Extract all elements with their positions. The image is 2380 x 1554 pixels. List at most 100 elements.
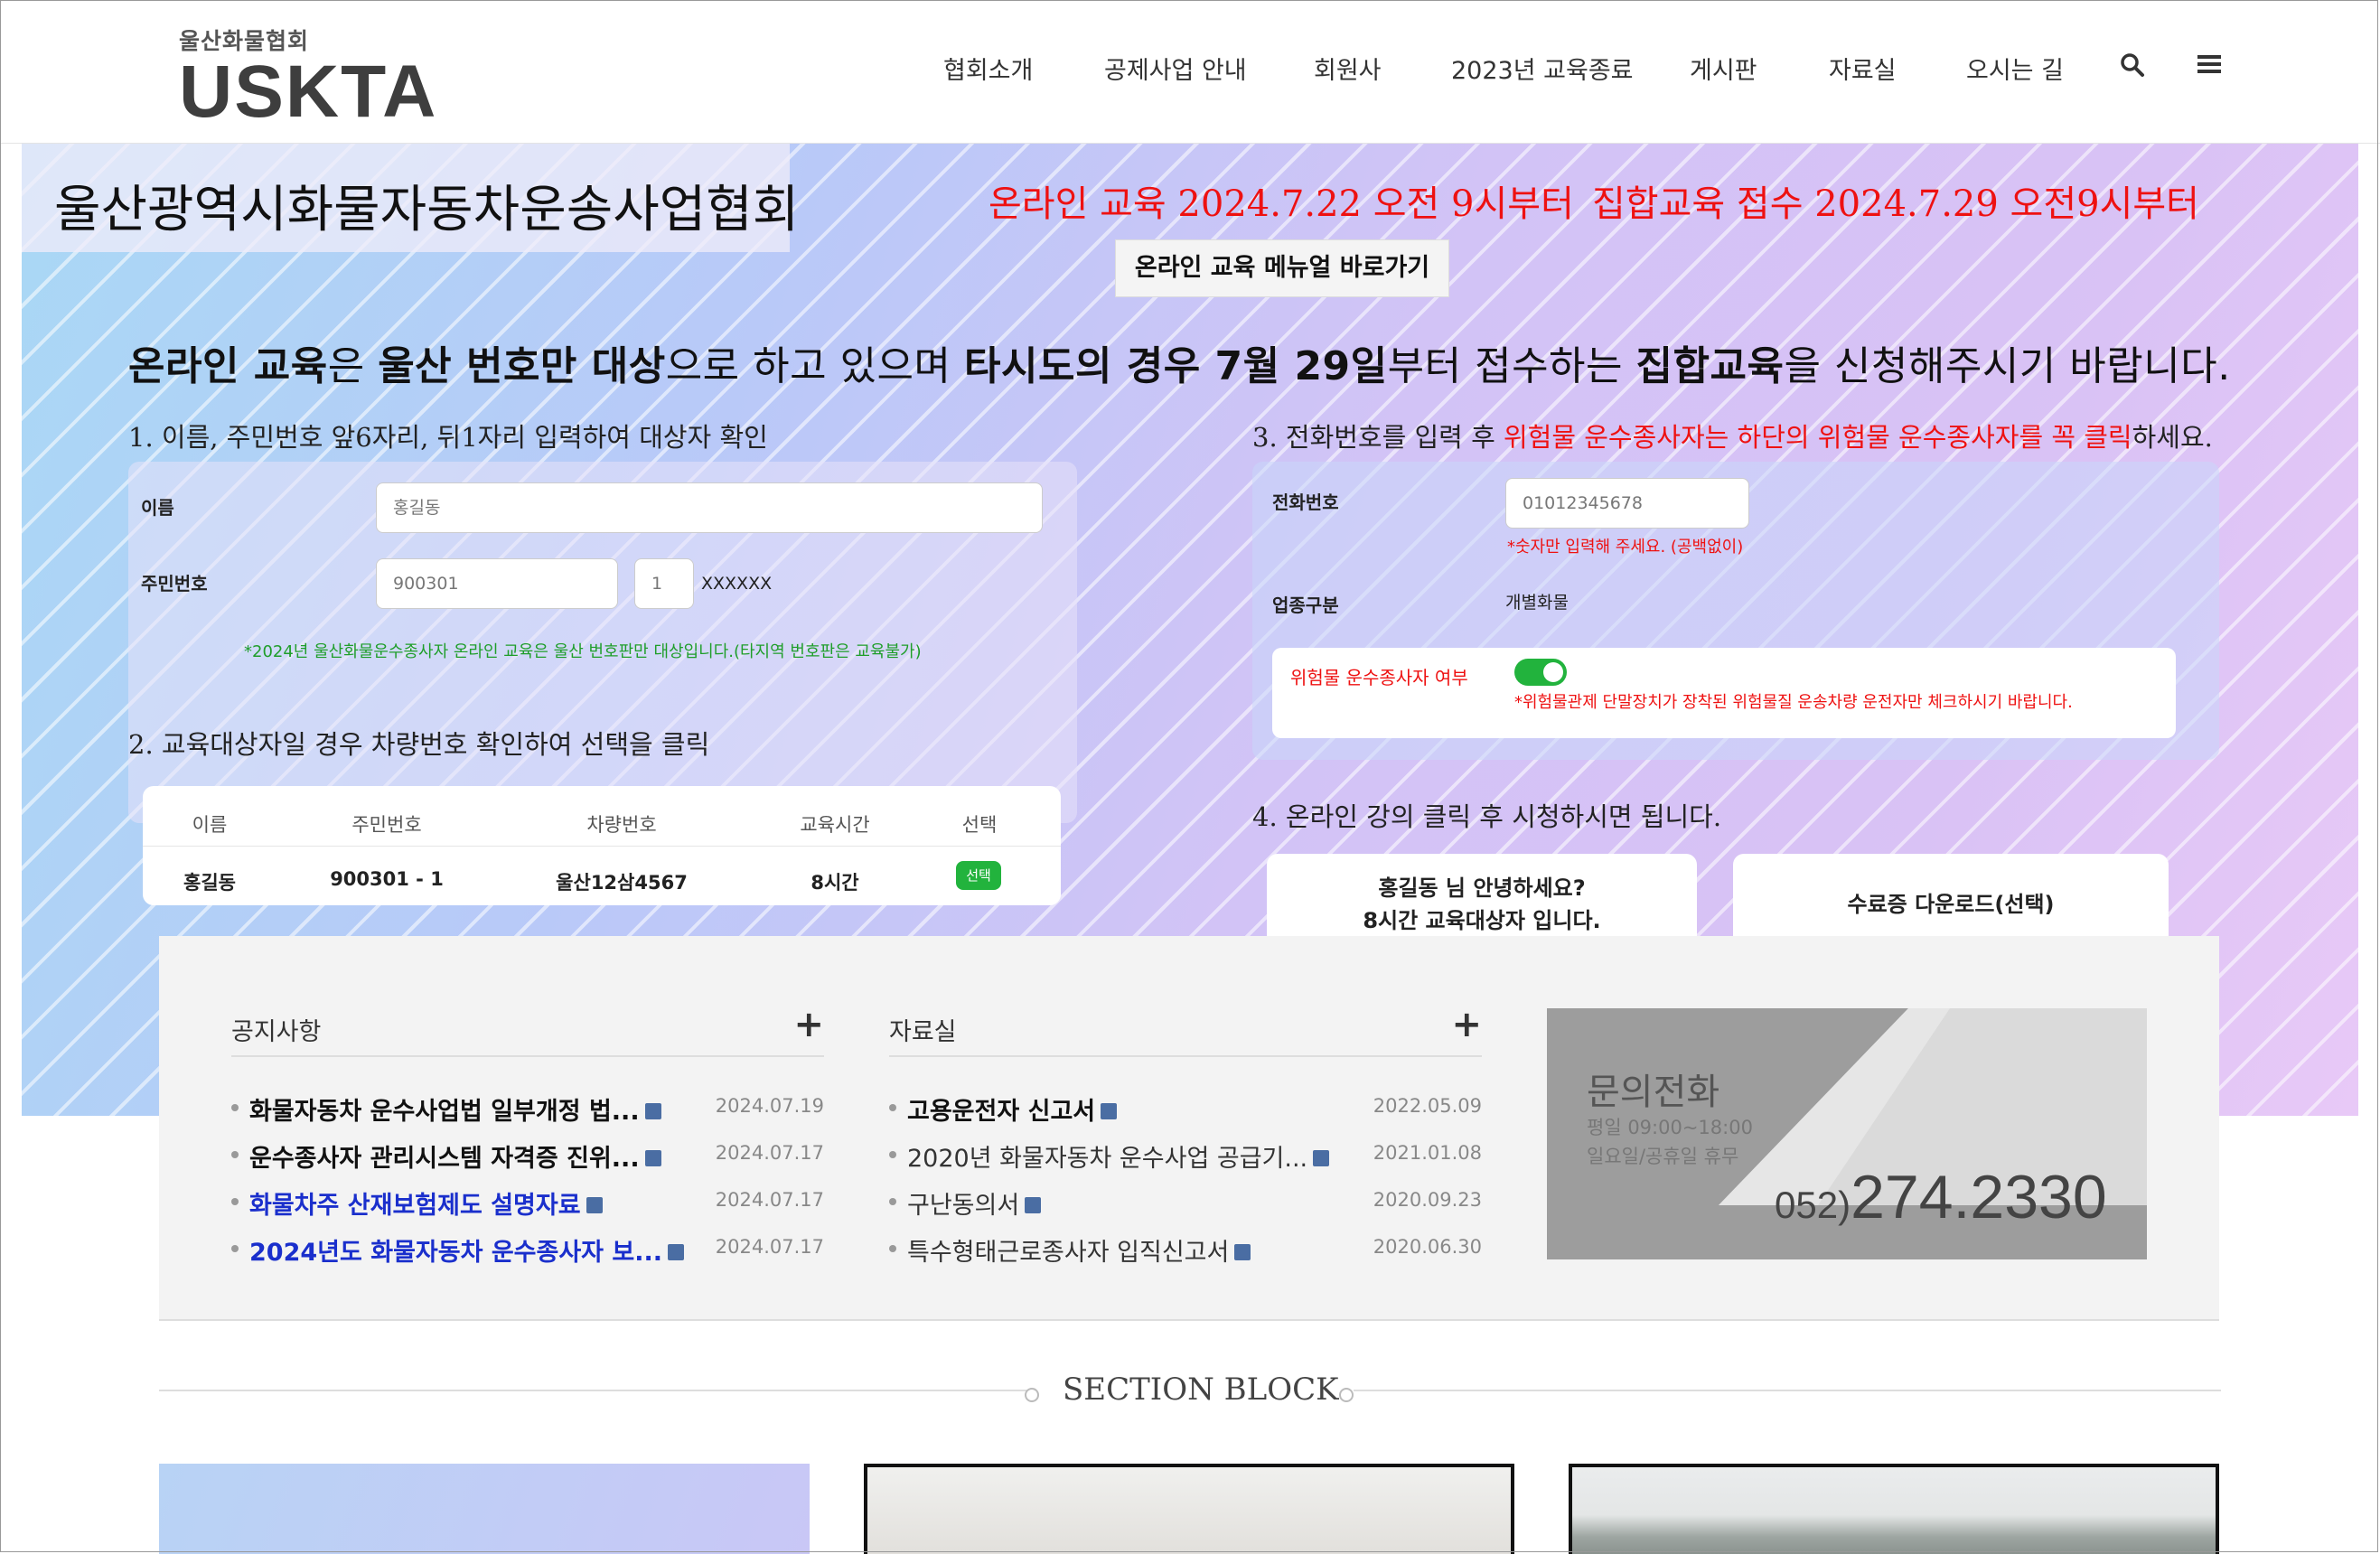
- nav-item-directions[interactable]: 오시는 길: [1966, 51, 2064, 86]
- list-item[interactable]: 2024년도 화물자동차 운수종사자 보... 2024.07.17: [231, 1232, 824, 1268]
- notice-item-title[interactable]: 화물차주 산재보험제도 설명자료: [249, 1185, 603, 1221]
- nav-item-board[interactable]: 게시판: [1690, 51, 1757, 86]
- contact-phone: 052)274.2330: [1775, 1162, 2107, 1232]
- nav-item-about[interactable]: 협회소개: [943, 51, 1033, 86]
- notice-part-5: 타시도의 경우 7월 29일: [964, 343, 1388, 389]
- notice-item-date: 2024.07.17: [715, 1142, 824, 1164]
- site-header: 울산화물협회 USKTA 협회소개 공제사업 안내 회원사 2023년 교육종료…: [0, 0, 2380, 144]
- archive-item-title[interactable]: 구난동의서: [907, 1185, 1042, 1221]
- manual-link-button[interactable]: 온라인 교육 메뉴얼 바로가기: [1115, 239, 1449, 297]
- education-thumbnail[interactable]: [159, 1464, 810, 1554]
- notice-item-date: 2024.07.19: [715, 1095, 824, 1117]
- hero-title: 울산광역시화물자동차운송사업협회: [54, 181, 800, 239]
- notice-part-8: 을 신청해주시기 바랍니다.: [1784, 343, 2231, 389]
- table-header-hours: 교육시간: [800, 814, 870, 836]
- archive-board-title: 자료실: [889, 1018, 957, 1046]
- table-cell-vehicle: 울산12삼4567: [556, 872, 688, 894]
- phone-input[interactable]: 01012345678: [1505, 478, 1749, 529]
- rrn-mask: XXXXXX: [701, 574, 773, 594]
- logo[interactable]: 울산화물협회 USKTA: [179, 23, 438, 133]
- notice-item-text: 2024년도 화물자동차 운수종사자 보...: [249, 1239, 663, 1267]
- notice-item-date: 2024.07.17: [715, 1236, 824, 1258]
- bullet-icon: [231, 1151, 239, 1158]
- notice-item-date: 2024.07.17: [715, 1189, 824, 1211]
- notice-item-title[interactable]: 2024년도 화물자동차 운수종사자 보...: [249, 1232, 685, 1268]
- announce-group: 집합교육 접수 2024.7.29 오전9시부터: [1592, 183, 2199, 225]
- certificate-download-label: 수료증 다운로드(선택): [1847, 892, 2055, 917]
- notice-part-6: 부터 접수하는: [1387, 343, 1636, 389]
- announce-online: 온라인 교육 2024.7.22 오전 9시부터: [989, 183, 1574, 225]
- notice-item-text: 운수종사자 관리시스템 자격증 진위...: [249, 1145, 640, 1173]
- list-item[interactable]: 2020년 화물자동차 운수사업 공급기... 2021.01.08: [889, 1138, 1482, 1175]
- notice-part-2: 은: [327, 343, 379, 389]
- greeting-line-2: 8시간 교육대상자 입니다.: [1363, 908, 1601, 933]
- nav-item-members[interactable]: 회원사: [1314, 51, 1382, 86]
- table-header-vehicle: 차량번호: [586, 814, 657, 836]
- bullet-icon: [889, 1198, 896, 1205]
- contact-phone-prefix: 052): [1775, 1184, 1851, 1226]
- contact-phone-number: 274.2330: [1851, 1163, 2107, 1231]
- board-section: 공지사항 + 화물자동차 운수사업법 일부개정 법... 2024.07.19 …: [159, 936, 2219, 1321]
- notice-board-header: 공지사항 +: [231, 1006, 824, 1057]
- archive-item-date: 2020.06.30: [1373, 1236, 1482, 1258]
- step-1-label: 1. 이름, 주민번호 앞6자리, 뒤1자리 입력하여 대상자 확인: [128, 422, 768, 453]
- notice-part-3: 울산 번호만 대상: [378, 343, 666, 389]
- rrn-front-input[interactable]: 900301: [376, 558, 618, 609]
- notice-item-title[interactable]: 화물자동차 운수사업법 일부개정 법...: [249, 1091, 661, 1127]
- photo-thumbnail[interactable]: [864, 1464, 1514, 1554]
- search-icon[interactable]: [2120, 52, 2145, 81]
- archive-item-title[interactable]: 고용운전자 신고서: [907, 1091, 1118, 1127]
- type-value: 개별화물: [1505, 593, 1569, 613]
- bullet-icon: [231, 1245, 239, 1252]
- table-cell-rrn: 900301 - 1: [330, 868, 444, 890]
- hazmat-label: 위험물 운수종사자 여부: [1290, 667, 1468, 688]
- list-item[interactable]: 화물차주 산재보험제도 설명자료 2024.07.17: [231, 1185, 824, 1222]
- section-title: SECTION BLOCK: [1063, 1371, 1339, 1408]
- file-icon: [586, 1196, 603, 1213]
- menu-icon[interactable]: [2197, 52, 2221, 80]
- nav-item-mutual-aid[interactable]: 공제사업 안내: [1104, 51, 1247, 86]
- archive-board-header: 자료실 +: [889, 1006, 1482, 1057]
- notice-board-title: 공지사항: [231, 1018, 322, 1046]
- section-dot-right: [1339, 1388, 1354, 1402]
- archive-item-title[interactable]: 2020년 화물자동차 운수사업 공급기...: [907, 1138, 1330, 1174]
- file-icon: [1234, 1243, 1251, 1260]
- list-item[interactable]: 구난동의서 2020.09.23: [889, 1185, 1482, 1222]
- archive-more-icon[interactable]: +: [1451, 1006, 1482, 1043]
- list-item[interactable]: 운수종사자 관리시스템 자격증 진위... 2024.07.17: [231, 1138, 824, 1175]
- step-2-label: 2. 교육대상자일 경우 차량번호 확인하여 선택을 클릭: [128, 729, 710, 760]
- rrn-back-input[interactable]: 1: [634, 558, 694, 609]
- logo-wordmark: USKTA: [179, 51, 438, 133]
- phone-note: *숫자만 입력해 주세요. (공백없이): [1507, 538, 1744, 557]
- file-icon: [1101, 1102, 1118, 1119]
- name-label: 이름: [141, 497, 174, 519]
- archive-item-text: 구난동의서: [907, 1192, 1020, 1220]
- file-icon: [644, 1149, 661, 1166]
- landscape-thumbnail[interactable]: [1569, 1464, 2219, 1554]
- phone-label: 전화번호: [1272, 491, 1339, 513]
- notice-item-title[interactable]: 운수종사자 관리시스템 자격증 진위...: [249, 1138, 661, 1174]
- archive-item-title[interactable]: 특수형태근로종사자 입직신고서: [907, 1232, 1251, 1268]
- nav-item-education[interactable]: 2023년 교육종료: [1451, 51, 1634, 86]
- contact-weekday-hours: 평일 09:00~18:00: [1587, 1117, 1753, 1138]
- list-item[interactable]: 특수형태근로종사자 입직신고서 2020.06.30: [889, 1232, 1482, 1268]
- notice-item-text: 화물자동차 운수사업법 일부개정 법...: [249, 1098, 640, 1126]
- name-input[interactable]: 홍길동: [376, 482, 1043, 533]
- section-dot-left: [1025, 1388, 1039, 1402]
- select-button[interactable]: 선택: [956, 861, 1001, 890]
- bullet-icon: [889, 1104, 896, 1111]
- contact-holiday: 일요일/공휴일 휴무: [1587, 1146, 1739, 1167]
- step-3-label: 3. 전화번호를 입력 후 위험물 운수종사자는 하단의 위험물 운수종사자를 …: [1252, 417, 2213, 454]
- contact-banner[interactable]: 문의전화 평일 09:00~18:00 일요일/공휴일 휴무 052)274.2…: [1547, 1008, 2147, 1259]
- rrn-label: 주민번호: [141, 573, 208, 594]
- bullet-icon: [889, 1151, 896, 1158]
- table-divider: [143, 846, 1061, 847]
- list-item[interactable]: 고용운전자 신고서 2022.05.09: [889, 1091, 1482, 1128]
- file-icon: [1025, 1196, 1042, 1213]
- hazmat-toggle[interactable]: [1514, 659, 1567, 686]
- list-item[interactable]: 화물자동차 운수사업법 일부개정 법... 2024.07.19: [231, 1091, 824, 1128]
- notice-part-1: 온라인 교육: [128, 343, 328, 389]
- nav-item-archive[interactable]: 자료실: [1829, 51, 1897, 86]
- notice-more-icon[interactable]: +: [793, 1006, 824, 1043]
- bullet-icon: [889, 1245, 896, 1252]
